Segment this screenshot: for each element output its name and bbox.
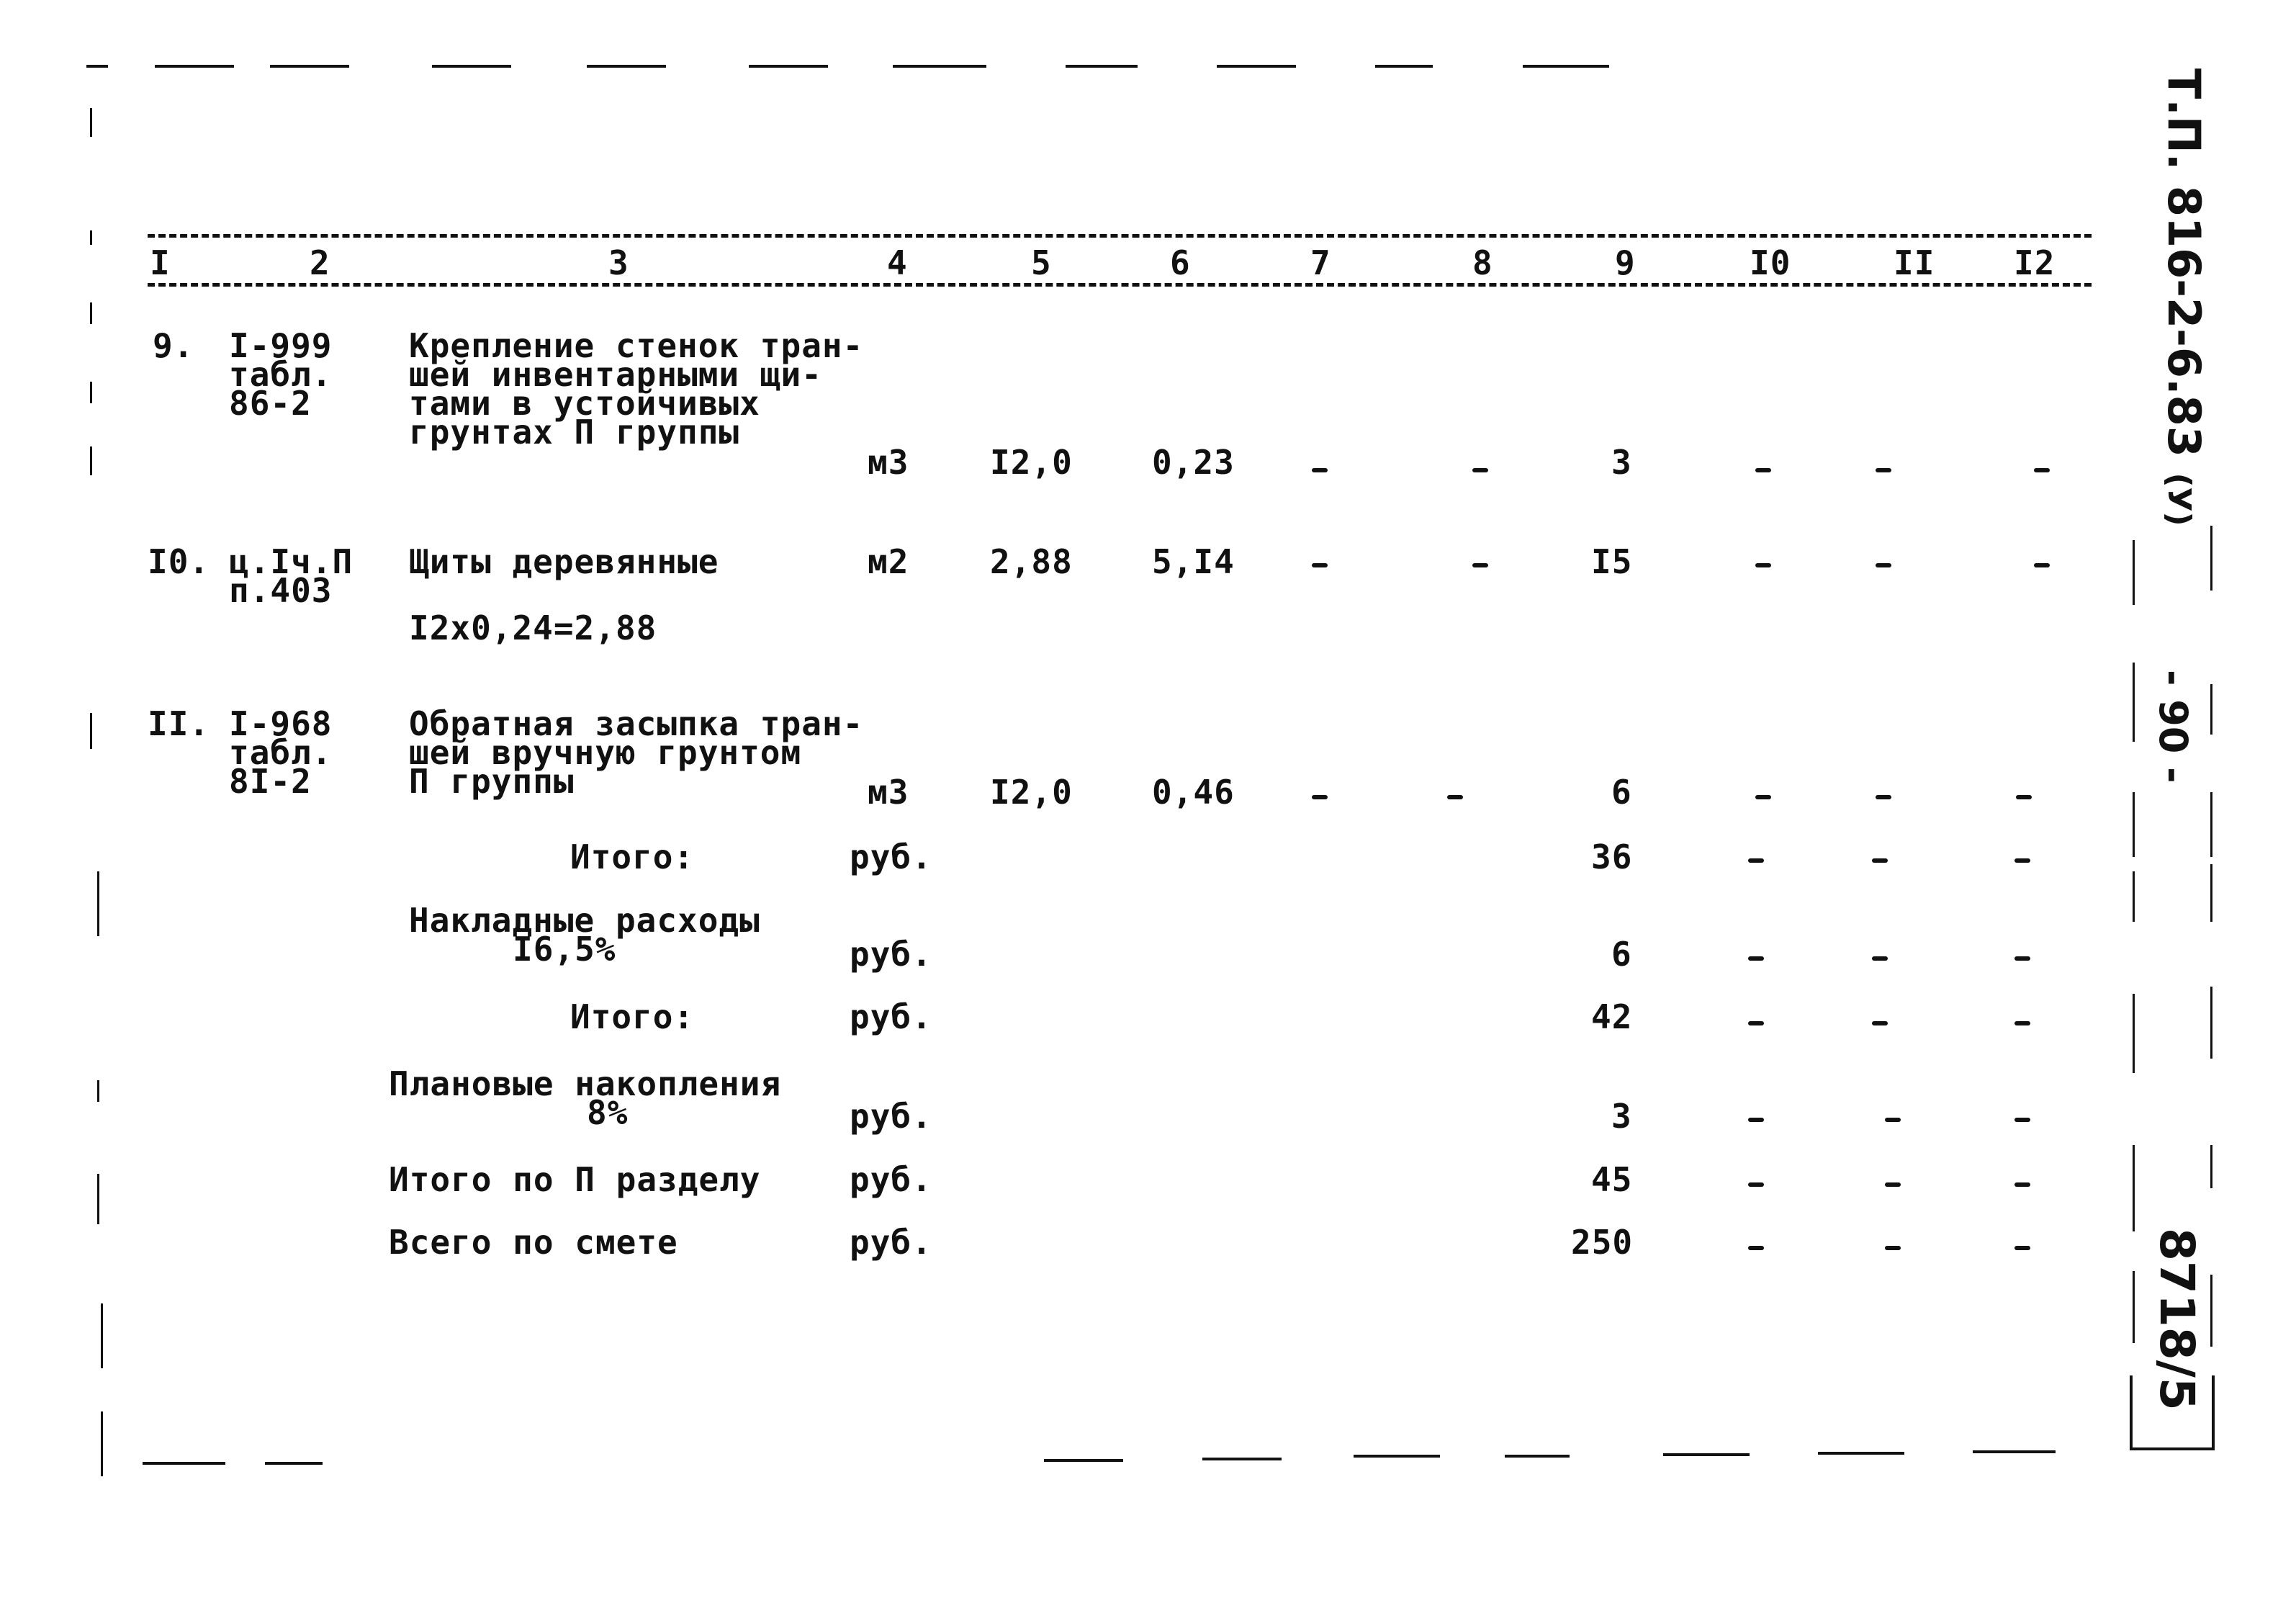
empty-cell-dash	[1885, 1118, 1901, 1122]
empty-cell-dash	[1748, 1021, 1764, 1025]
sheet-code: 8718/5	[2149, 1228, 2205, 1411]
empty-cell-dash	[1885, 1246, 1901, 1250]
empty-cell-dash	[1312, 795, 1328, 799]
summary-total: 45	[1591, 1160, 1633, 1199]
row-number: I0.	[148, 542, 210, 581]
summary-label: Плановые накопления	[389, 1064, 782, 1103]
summary-unit: руб.	[850, 935, 932, 974]
row-quantity: I2,0	[990, 443, 1073, 482]
col-header-1: I	[150, 243, 171, 282]
empty-cell-dash	[2034, 563, 2050, 567]
summary-total: 36	[1591, 838, 1633, 876]
col-header-3: 3	[608, 243, 629, 282]
col-header-12: I2	[2014, 243, 2056, 282]
row-total: 3	[1611, 443, 1632, 482]
row-description: Щиты деревянные	[409, 542, 719, 581]
empty-cell-dash	[2014, 1021, 2030, 1025]
col-header-6: 6	[1170, 243, 1191, 282]
document-code-stamp: Т.П. 816-2-6.83 (У)	[2158, 68, 2210, 526]
summary-label: Итого:	[570, 838, 695, 876]
row-description: П группы	[409, 762, 575, 801]
empty-cell-dash	[1447, 795, 1463, 799]
row-number: II.	[148, 704, 210, 743]
summary-rate: 8%	[587, 1093, 629, 1132]
row-quantity: 2,88	[990, 542, 1073, 581]
summary-total: 42	[1591, 997, 1633, 1036]
row-unit: м3	[868, 773, 909, 812]
col-header-10: I0	[1750, 243, 1791, 282]
col-header-4: 4	[887, 243, 908, 282]
empty-cell-dash	[2014, 956, 2030, 961]
empty-cell-dash	[1872, 956, 1888, 961]
header-bottom-rule	[148, 283, 2092, 287]
empty-cell-dash	[2034, 468, 2050, 472]
empty-cell-dash	[1472, 563, 1488, 567]
empty-cell-dash	[1748, 1182, 1764, 1187]
row-description: грунтах П группы	[409, 413, 740, 452]
empty-cell-dash	[1876, 795, 1891, 799]
col-header-7: 7	[1310, 243, 1331, 282]
row-unit-price: 0,23	[1152, 443, 1235, 482]
row-calculation-note: I2x0,24=2,88	[409, 609, 657, 647]
empty-cell-dash	[1472, 468, 1488, 472]
row-unit: м3	[868, 443, 909, 482]
summary-unit: руб.	[850, 838, 932, 876]
summary-grand-total: 250	[1571, 1223, 1634, 1262]
document-code: Т.П. 816-2-6.83	[2158, 68, 2210, 457]
empty-cell-dash	[2014, 1246, 2030, 1250]
col-header-5: 5	[1031, 243, 1052, 282]
col-header-8: 8	[1472, 243, 1493, 282]
empty-cell-dash	[2014, 1182, 2030, 1187]
empty-cell-dash	[1876, 468, 1891, 472]
row-unit-price: 0,46	[1152, 773, 1235, 812]
empty-cell-dash	[2014, 858, 2030, 863]
empty-cell-dash	[1872, 858, 1888, 863]
row-total: I5	[1591, 542, 1633, 581]
empty-cell-dash	[1748, 1118, 1764, 1122]
empty-cell-dash	[1872, 1021, 1888, 1025]
empty-cell-dash	[1755, 795, 1771, 799]
row-quantity: I2,0	[990, 773, 1073, 812]
row-unit: м2	[868, 542, 909, 581]
summary-unit: руб.	[850, 1160, 932, 1199]
col-header-9: 9	[1615, 243, 1636, 282]
summary-total: 3	[1611, 1097, 1632, 1136]
page-number: - 90 -	[2151, 670, 2196, 784]
summary-unit: руб.	[850, 1097, 932, 1136]
header-top-rule	[148, 234, 2092, 238]
document-code-suffix: (У)	[2161, 472, 2197, 526]
summary-rate: I6,5%	[513, 930, 616, 969]
row-total: 6	[1611, 773, 1632, 812]
empty-cell-dash	[1748, 1246, 1764, 1250]
empty-cell-dash	[1748, 956, 1764, 961]
empty-cell-dash	[1312, 468, 1328, 472]
summary-label: Всего по смете	[389, 1223, 678, 1262]
row-ref: п.403	[229, 571, 333, 610]
summary-label: Итого по П разделу	[389, 1160, 761, 1199]
empty-cell-dash	[1748, 858, 1764, 863]
summary-total: 6	[1611, 935, 1632, 974]
col-header-11: II	[1894, 243, 1935, 282]
empty-cell-dash	[1876, 563, 1891, 567]
empty-cell-dash	[2016, 795, 2032, 799]
empty-cell-dash	[1755, 563, 1771, 567]
empty-cell-dash	[2014, 1118, 2030, 1122]
row-number: 9.	[153, 326, 194, 365]
empty-cell-dash	[1312, 563, 1328, 567]
row-ref: 86-2	[229, 384, 312, 423]
summary-unit: руб.	[850, 1223, 932, 1262]
row-ref: 8I-2	[229, 762, 312, 801]
empty-cell-dash	[1755, 468, 1771, 472]
summary-unit: руб.	[850, 997, 932, 1036]
empty-cell-dash	[1885, 1182, 1901, 1187]
summary-label: Итого:	[570, 997, 695, 1036]
row-unit-price: 5,I4	[1152, 542, 1235, 581]
col-header-2: 2	[310, 243, 330, 282]
